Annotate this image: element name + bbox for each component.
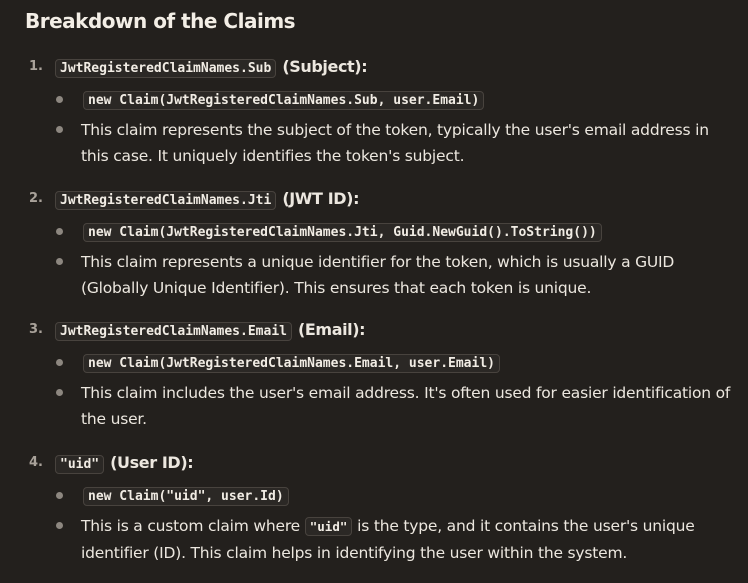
claim-description: This claim represents the subject of the… [81,121,709,165]
claim-heading: JwtRegisteredClaimNames.Email (Email): [55,317,366,345]
inline-code: JwtRegisteredClaimNames.Email [55,322,292,341]
code-snippet: new Claim(JwtRegisteredClaimNames.Sub, u… [83,87,485,113]
section-heading: Breakdown of the Claims [25,9,296,33]
bullet-dot [56,389,63,396]
list-number: 1. [29,59,43,74]
list-number: 3. [29,322,43,337]
claim-description: This is a custom claim where "uid" is th… [81,517,695,562]
claim-description: This claim represents a unique identifie… [81,253,675,297]
inline-code: JwtRegisteredClaimNames.Sub [55,59,277,78]
claim-heading: "uid" (User ID): [55,450,194,478]
bullet-dot [56,228,63,235]
chat-response: Breakdown of the Claims 1. JwtRegistered… [0,0,748,583]
bullet-dot [56,258,63,265]
inline-code: "uid" [55,455,105,474]
bullet-dot [56,96,63,103]
bullet-dot [56,492,63,499]
inline-code: "uid" [304,517,353,536]
bullet-dot [56,359,63,366]
claim-heading: JwtRegisteredClaimNames.Sub (Subject): [55,54,368,82]
claim-heading: JwtRegisteredClaimNames.Jti (JWT ID): [55,186,359,214]
claim-description: This claim includes the user's email add… [81,384,731,428]
bullet-dot [56,522,63,529]
code-snippet: new Claim(JwtRegisteredClaimNames.Jti, G… [83,219,602,245]
code-snippet: new Claim("uid", user.Id) [83,483,289,509]
list-number: 4. [29,455,43,470]
claim-label: (JWT ID): [282,189,360,208]
bullet-dot [56,126,63,133]
claim-label: (Email): [297,320,366,339]
claim-label: (User ID): [110,453,194,472]
list-number: 2. [29,191,43,206]
inline-code: JwtRegisteredClaimNames.Jti [55,191,277,210]
code-snippet: new Claim(JwtRegisteredClaimNames.Email,… [83,350,500,376]
claim-label: (Subject): [282,57,368,76]
